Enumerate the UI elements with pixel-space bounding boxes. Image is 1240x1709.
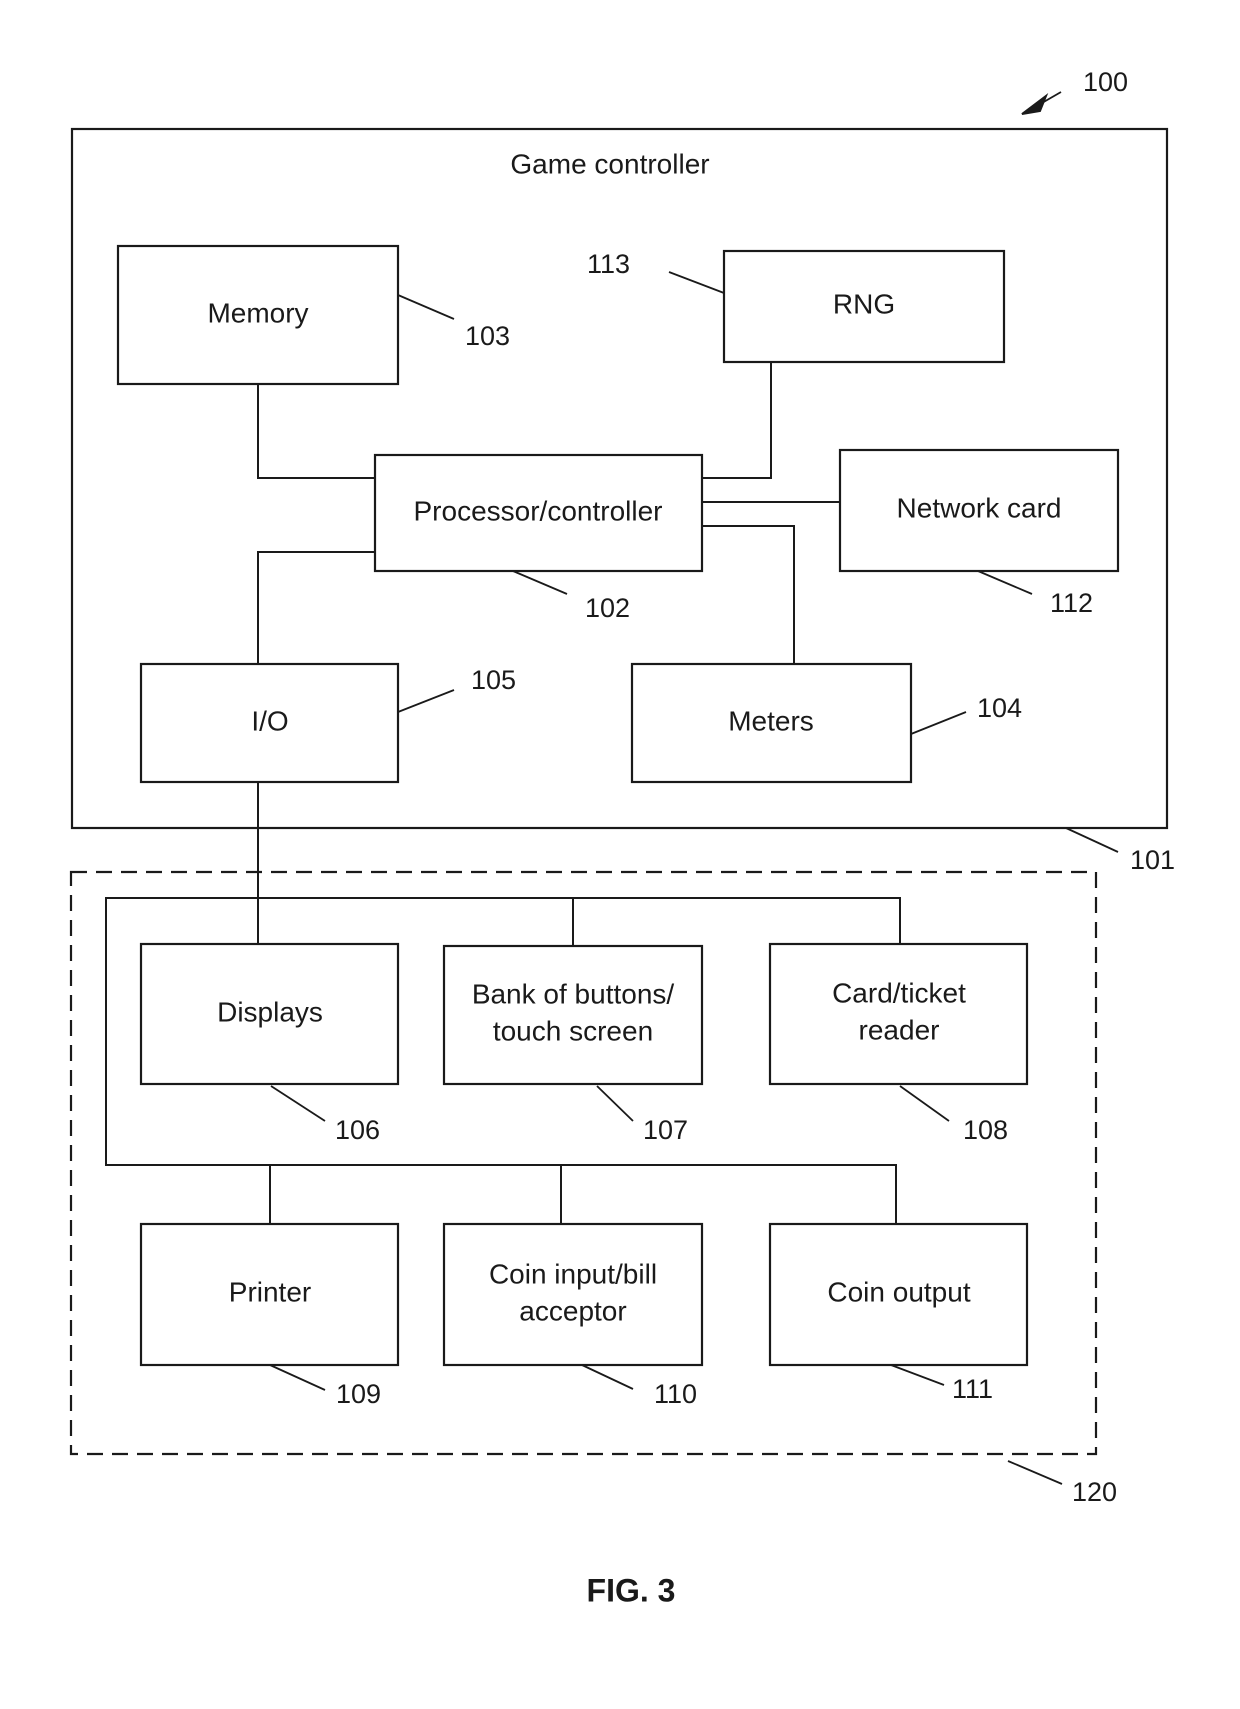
game-controller-title: Game controller [510,148,709,179]
ref-113: 113 [587,249,630,279]
coin-input-label-line2: acceptor [519,1295,626,1326]
card-reader-label-line2: reader [859,1014,940,1045]
leader-109 [269,1364,326,1391]
buttons-label-line2: touch screen [493,1015,653,1046]
arrow-head-icon [1021,93,1049,115]
ref-112: 112 [1050,588,1093,618]
card-reader-label-line1: Card/ticket [832,977,966,1008]
leader-111 [890,1364,945,1386]
displays-block: Displays 106 [139,942,400,1145]
ref-120: 120 [1072,1477,1117,1507]
ref-101: 101 [1130,845,1175,875]
leader-106 [270,1085,326,1122]
ref-105: 105 [471,665,516,695]
ref-103: 103 [465,321,510,351]
printer-block: Printer 109 [139,1222,400,1409]
card-reader-block: Card/ticket reader 108 [768,942,1029,1145]
coin-input-block: Coin input/bill acceptor 110 [442,1222,704,1409]
displays-label: Displays [217,996,323,1027]
coin-input-label-line1: Coin input/bill [489,1258,657,1289]
leader-107 [596,1085,634,1122]
leader-101 [1065,827,1119,853]
printer-label: Printer [229,1276,311,1307]
leader-120 [1007,1460,1063,1485]
ref-110: 110 [654,1379,697,1409]
leader-110 [581,1364,634,1390]
ref-100: 100 [1083,67,1128,97]
network-card-label: Network card [897,492,1062,523]
ref-104: 104 [977,693,1022,723]
processor-label: Processor/controller [414,495,663,526]
ref-107: 107 [643,1115,688,1145]
buttons-block: Bank of buttons/ touch screen 107 [442,944,704,1145]
ref-102: 102 [585,593,630,623]
rng-label: RNG [833,288,895,319]
ref-108: 108 [963,1115,1008,1145]
buttons-label-line1: Bank of buttons/ [472,978,675,1009]
coin-output-block: Coin output 111 [768,1222,1029,1404]
memory-label: Memory [207,297,308,328]
ref-106: 106 [335,1115,380,1145]
meters-label: Meters [728,705,814,736]
io-label: I/O [251,705,288,736]
figure-caption: FIG. 3 [587,1572,676,1608]
ref-109: 109 [336,1379,381,1409]
leader-108 [899,1085,950,1122]
block-diagram: 100 Game controller 101 Memory 103 RNG 1… [69,67,1175,1608]
system-reference: 100 [1021,67,1128,115]
ref-111: 111 [952,1374,993,1404]
coin-output-label: Coin output [827,1276,970,1307]
